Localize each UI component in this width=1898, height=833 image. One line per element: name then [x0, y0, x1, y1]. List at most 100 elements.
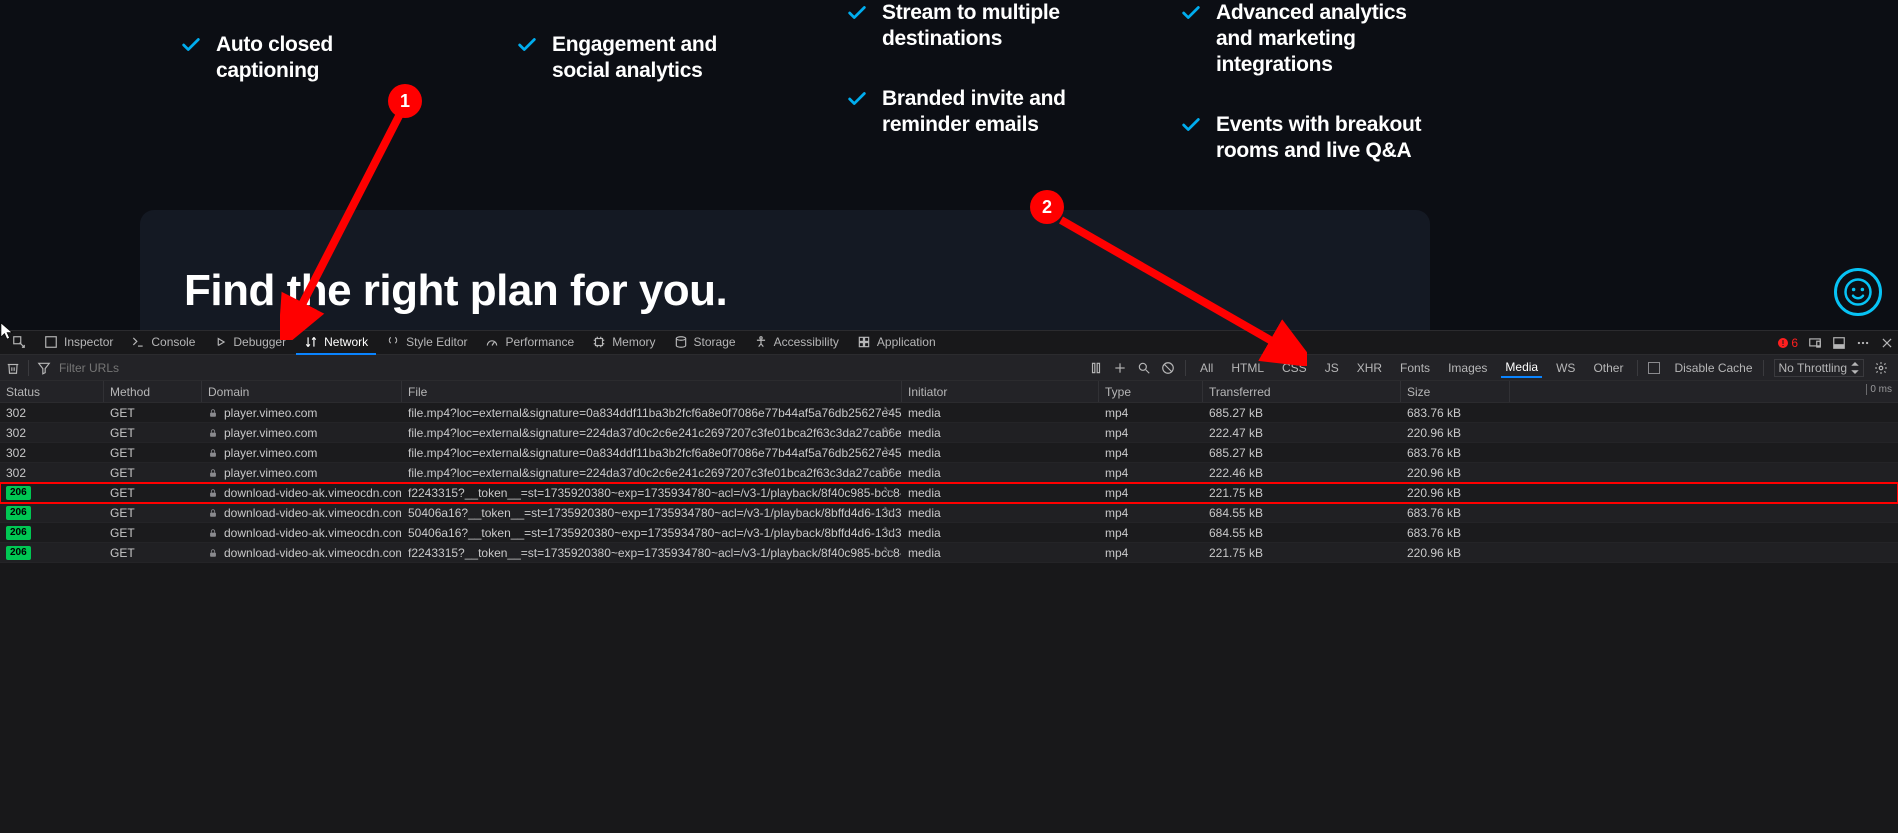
lock-icon	[208, 428, 218, 438]
feature-column-3: Stream to multiple destinations Branded …	[846, 0, 1106, 172]
table-row[interactable]: 206GETdownload-video-ak.vimeocdn.comf224…	[0, 543, 1898, 563]
filter-chip-ws[interactable]: WS	[1552, 359, 1579, 377]
close-devtools-button[interactable]	[1880, 336, 1894, 350]
script-icon	[884, 486, 896, 498]
domain-text: player.vimeo.com	[224, 466, 317, 480]
feature-column-2: Engagement and social analytics	[516, 32, 776, 118]
disable-cache-checkbox[interactable]	[1648, 362, 1660, 374]
filter-chip-other[interactable]: Other	[1589, 359, 1627, 377]
feature-text: Engagement and social analytics	[552, 32, 776, 84]
dock-button[interactable]	[1832, 336, 1846, 350]
tab-label: Accessibility	[774, 335, 839, 349]
method-text: GET	[110, 446, 135, 460]
file-text: f2243315?__token__=st=1735920380~exp=173…	[408, 546, 902, 560]
filter-chip-images[interactable]: Images	[1444, 359, 1491, 377]
table-row[interactable]: 206GETdownload-video-ak.vimeocdn.comf224…	[0, 483, 1898, 503]
chevron-updown-icon	[1851, 362, 1859, 374]
domain-text: download-video-ak.vimeocdn.com	[224, 526, 402, 540]
col-header-timeline[interactable]	[1510, 381, 1898, 402]
table-row[interactable]: 302GETplayer.vimeo.comfile.mp4?loc=exter…	[0, 443, 1898, 463]
lock-icon	[208, 408, 218, 418]
transferred-text: 684.55 kB	[1209, 526, 1263, 540]
file-text: file.mp4?loc=external&signature=0a834ddf…	[408, 446, 902, 460]
filter-chip-fonts[interactable]: Fonts	[1396, 359, 1434, 377]
lock-icon	[208, 508, 218, 518]
method-text: GET	[110, 466, 135, 480]
tab-inspector[interactable]: Inspector	[36, 331, 121, 355]
initiator-text: media	[908, 406, 941, 420]
tab-accessibility[interactable]: Accessibility	[746, 331, 847, 355]
script-icon	[884, 546, 896, 558]
tab-label: Application	[877, 335, 936, 349]
filter-url-input[interactable]	[59, 359, 239, 377]
transferred-text: 221.75 kB	[1209, 486, 1263, 500]
throttling-select[interactable]: No Throttling	[1774, 359, 1864, 377]
smiley-icon	[1843, 277, 1873, 307]
tab-console[interactable]: Console	[123, 331, 203, 355]
status-text: 302	[6, 426, 26, 440]
tab-application[interactable]: Application	[849, 331, 944, 355]
filter-chip-js[interactable]: JS	[1321, 359, 1343, 377]
plan-heading: Find the right plan for you.	[184, 266, 727, 316]
col-header-type[interactable]: Type	[1099, 381, 1203, 402]
transferred-text: 221.75 kB	[1209, 546, 1263, 560]
tab-label: Memory	[612, 335, 655, 349]
clear-button[interactable]	[6, 361, 20, 375]
error-icon	[1777, 337, 1789, 349]
lock-icon	[208, 528, 218, 538]
table-row[interactable]: 302GETplayer.vimeo.comfile.mp4?loc=exter…	[0, 463, 1898, 483]
table-row[interactable]: 206GETdownload-video-ak.vimeocdn.com5040…	[0, 523, 1898, 543]
tab-memory[interactable]: Memory	[584, 331, 663, 355]
feature-text: Events with breakout rooms and live Q&A	[1216, 112, 1440, 164]
table-row[interactable]: 302GETplayer.vimeo.comfile.mp4?loc=exter…	[0, 423, 1898, 443]
domain-text: download-video-ak.vimeocdn.com	[224, 506, 402, 520]
type-text: mp4	[1105, 406, 1128, 420]
feature-text: Auto closed captioning	[216, 32, 440, 84]
settings-gear-icon[interactable]	[1874, 361, 1888, 375]
domain-text: player.vimeo.com	[224, 446, 317, 460]
transferred-text: 685.27 kB	[1209, 406, 1263, 420]
col-header-size[interactable]: Size	[1401, 381, 1510, 402]
col-header-initiator[interactable]: Initiator	[902, 381, 1099, 402]
col-header-method[interactable]: Method	[104, 381, 202, 402]
disable-cache-label: Disable Cache	[1674, 361, 1752, 375]
filter-chip-xhr[interactable]: XHR	[1353, 359, 1386, 377]
filter-chip-media[interactable]: Media	[1501, 358, 1542, 378]
feature-item: Branded invite and reminder emails	[846, 86, 1106, 138]
initiator-text: media	[908, 466, 941, 480]
file-text: f2243315?__token__=st=1735920380~exp=173…	[408, 486, 902, 500]
size-text: 220.96 kB	[1407, 426, 1461, 440]
error-count-badge[interactable]: 6	[1777, 336, 1798, 350]
tab-performance[interactable]: Performance	[477, 331, 582, 355]
size-text: 683.76 kB	[1407, 406, 1461, 420]
col-header-transferred[interactable]: Transferred	[1203, 381, 1401, 402]
checkmark-icon	[846, 2, 868, 24]
chat-bubble-button[interactable]	[1834, 268, 1882, 316]
col-header-file[interactable]: File	[402, 381, 902, 402]
size-text: 220.96 kB	[1407, 546, 1461, 560]
checkmark-icon	[1180, 2, 1202, 24]
overflow-menu-button[interactable]	[1856, 336, 1870, 350]
feature-column-4: Advanced analytics and marketing integra…	[1180, 0, 1440, 198]
initiator-text: media	[908, 546, 941, 560]
size-text: 220.96 kB	[1407, 486, 1461, 500]
network-toolbar: All HTML CSS JS XHR Fonts Images Media W…	[0, 355, 1898, 381]
status-badge: 206	[6, 486, 31, 500]
lock-icon	[208, 488, 218, 498]
table-row[interactable]: 302GETplayer.vimeo.comfile.mp4?loc=exter…	[0, 403, 1898, 423]
feature-item: Stream to multiple destinations	[846, 0, 1106, 52]
tab-storage[interactable]: Storage	[666, 331, 744, 355]
initiator-text: media	[908, 526, 941, 540]
lock-icon	[208, 448, 218, 458]
responsive-mode-button[interactable]	[1808, 336, 1822, 350]
col-header-domain[interactable]: Domain	[202, 381, 402, 402]
type-text: mp4	[1105, 546, 1128, 560]
file-text: file.mp4?loc=external&signature=224da37d…	[408, 466, 902, 480]
col-header-status[interactable]: Status	[0, 381, 104, 402]
method-text: GET	[110, 526, 135, 540]
feature-text: Stream to multiple destinations	[882, 0, 1106, 52]
table-row[interactable]: 206GETdownload-video-ak.vimeocdn.com5040…	[0, 503, 1898, 523]
status-text: 302	[6, 406, 26, 420]
devtools-panel: Inspector Console Debugger Network Style…	[0, 330, 1898, 833]
checkmark-icon	[846, 88, 868, 110]
